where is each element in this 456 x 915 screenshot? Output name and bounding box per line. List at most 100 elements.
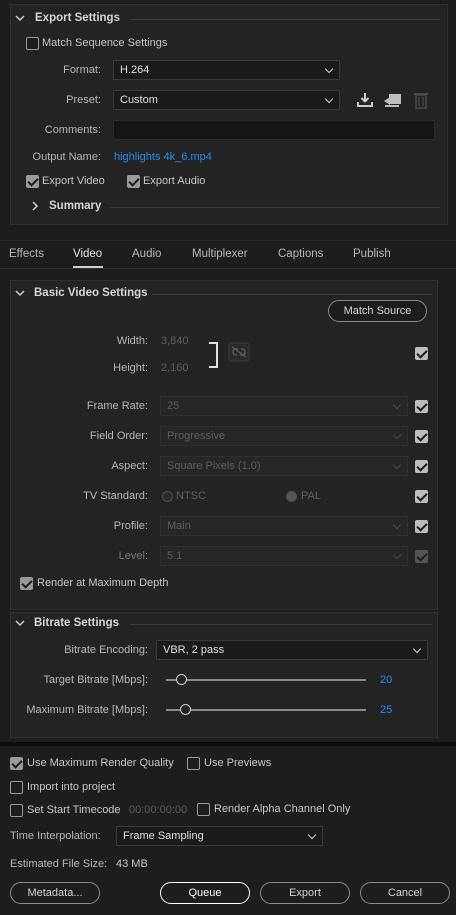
- target-bitrate-slider-thumb[interactable]: [176, 674, 187, 685]
- field-order-dropdown[interactable]: Progressive: [160, 426, 408, 446]
- chevron-down-icon[interactable]: [13, 11, 27, 25]
- divider: [130, 19, 440, 20]
- output-name-label: Output Name:: [32, 151, 101, 163]
- field-order-checkbox[interactable]: [415, 430, 428, 443]
- ntsc-label: NTSC: [176, 490, 206, 502]
- width-label: Width:: [116, 335, 148, 347]
- target-bitrate-slider-track[interactable]: [166, 679, 366, 681]
- max-bitrate-slider-track[interactable]: [166, 709, 366, 711]
- target-bitrate-label: Target Bitrate [Mbps]:: [43, 674, 148, 686]
- tabs-top-divider: [0, 240, 456, 241]
- aspect-label: Aspect:: [111, 460, 148, 472]
- comments-label: Comments:: [44, 124, 101, 136]
- divider: [130, 624, 432, 625]
- queue-button[interactable]: Queue: [160, 882, 250, 904]
- profile-value: Main: [167, 520, 191, 532]
- pal-radio[interactable]: [286, 491, 297, 502]
- max-bitrate-slider-thumb[interactable]: [180, 704, 191, 715]
- file-size-label: Estimated File Size:: [10, 858, 108, 870]
- delete-preset-icon[interactable]: [413, 91, 429, 109]
- bitrate-encoding-value: VBR, 2 pass: [163, 644, 225, 656]
- footer-separator: [0, 742, 456, 746]
- time-interpolation-value: Frame Sampling: [123, 830, 204, 842]
- chevron-down-icon[interactable]: [13, 616, 27, 630]
- aspect-bracket-icon: [209, 342, 218, 368]
- time-interpolation-dropdown[interactable]: Frame Sampling: [116, 826, 323, 846]
- time-interpolation-label: Time Interpolation:: [10, 830, 101, 842]
- render-alpha-checkbox[interactable]: [197, 803, 210, 816]
- tab-captions[interactable]: Captions: [278, 248, 323, 260]
- export-settings-title: Export Settings: [35, 12, 120, 24]
- pal-label: PAL: [301, 490, 321, 502]
- import-project-checkbox[interactable]: [10, 781, 23, 794]
- frame-rate-dropdown[interactable]: 25: [160, 396, 408, 416]
- preset-dropdown[interactable]: Custom: [113, 90, 340, 110]
- chevron-down-icon: [392, 430, 402, 440]
- tab-audio[interactable]: Audio: [132, 248, 161, 260]
- chevron-down-icon: [392, 550, 402, 560]
- ntsc-radio[interactable]: [162, 491, 173, 502]
- format-dropdown[interactable]: H.264: [113, 60, 340, 80]
- match-source-button[interactable]: Match Source: [328, 300, 427, 322]
- tab-effects[interactable]: Effects: [9, 248, 44, 260]
- tabs-bottom-divider: [0, 268, 456, 269]
- width-value: 3,840: [161, 335, 189, 347]
- export-audio-checkbox[interactable]: [127, 175, 140, 188]
- use-previews-checkbox[interactable]: [187, 757, 200, 770]
- profile-dropdown[interactable]: Main: [160, 516, 408, 536]
- preset-value: Custom: [120, 94, 158, 106]
- field-order-value: Progressive: [167, 430, 226, 442]
- use-max-render-label: Use Maximum Render Quality: [27, 757, 174, 769]
- aspect-value: Square Pixels (1.0): [167, 460, 261, 472]
- tab-publish[interactable]: Publish: [353, 248, 391, 260]
- use-previews-label: Use Previews: [204, 757, 272, 769]
- metadata-button[interactable]: Metadata...: [10, 882, 100, 904]
- bitrate-encoding-label: Bitrate Encoding:: [64, 644, 148, 656]
- match-sequence-checkbox[interactable]: [26, 37, 39, 50]
- dimensions-checkbox[interactable]: [415, 347, 428, 360]
- divider: [110, 207, 440, 208]
- frame-rate-checkbox[interactable]: [415, 400, 428, 413]
- match-sequence-label: Match Sequence Settings: [42, 37, 168, 49]
- chevron-down-icon[interactable]: [13, 286, 27, 300]
- target-bitrate-value[interactable]: 20: [380, 674, 392, 686]
- level-dropdown[interactable]: 5.1: [160, 546, 408, 566]
- output-name-link[interactable]: highlights 4k_6.mp4: [114, 151, 212, 163]
- chevron-down-icon: [392, 460, 402, 470]
- level-label: Level:: [118, 550, 148, 562]
- set-start-timecode-checkbox[interactable]: [10, 804, 23, 817]
- chevron-right-icon[interactable]: [28, 199, 42, 213]
- height-label: Height:: [113, 362, 148, 374]
- tab-video[interactable]: Video: [73, 248, 102, 260]
- unlink-icon[interactable]: [228, 342, 250, 362]
- timecode-value: 00:00:00:00: [129, 804, 188, 816]
- profile-checkbox[interactable]: [415, 520, 428, 533]
- use-max-render-checkbox[interactable]: [10, 757, 23, 770]
- tv-standard-checkbox[interactable]: [415, 490, 428, 503]
- chevron-down-icon: [412, 644, 422, 654]
- render-max-depth-checkbox[interactable]: [20, 577, 33, 590]
- export-audio-label: Export Audio: [143, 175, 206, 187]
- tv-standard-label: TV Standard:: [83, 490, 148, 502]
- profile-label: Profile:: [113, 520, 148, 532]
- preset-label: Preset:: [66, 94, 101, 106]
- bitrate-title: Bitrate Settings: [34, 617, 119, 629]
- chevron-down-icon: [324, 64, 334, 74]
- comments-input[interactable]: [113, 120, 435, 140]
- cancel-button[interactable]: Cancel: [360, 882, 450, 904]
- save-preset-icon[interactable]: [356, 91, 374, 109]
- render-alpha-label: Render Alpha Channel Only: [214, 803, 351, 815]
- summary-title[interactable]: Summary: [49, 200, 101, 212]
- tab-multiplexer[interactable]: Multiplexer: [192, 248, 248, 260]
- max-bitrate-value[interactable]: 25: [380, 704, 392, 716]
- basic-video-title: Basic Video Settings: [34, 287, 148, 299]
- level-checkbox: [415, 550, 428, 563]
- export-video-checkbox[interactable]: [26, 175, 39, 188]
- aspect-checkbox[interactable]: [415, 460, 428, 473]
- bitrate-encoding-dropdown[interactable]: VBR, 2 pass: [156, 640, 428, 660]
- aspect-dropdown[interactable]: Square Pixels (1.0): [160, 456, 408, 476]
- import-preset-icon[interactable]: [383, 91, 403, 109]
- export-button[interactable]: Export: [260, 882, 350, 904]
- set-start-timecode-label: Set Start Timecode: [27, 804, 121, 816]
- chevron-down-icon: [392, 400, 402, 410]
